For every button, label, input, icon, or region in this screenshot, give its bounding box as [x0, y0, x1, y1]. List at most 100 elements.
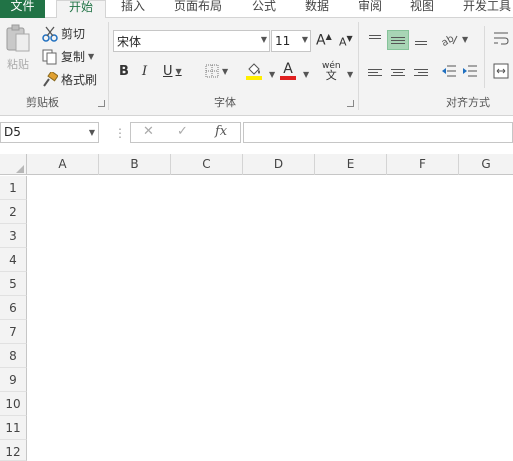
- chevron-down-icon[interactable]: ▼: [176, 67, 182, 76]
- bold-icon: B: [119, 64, 129, 79]
- cancel-icon[interactable]: ✕: [143, 124, 154, 139]
- chevron-down-icon[interactable]: ▼: [88, 52, 94, 61]
- row-header-4[interactable]: 4: [0, 248, 27, 272]
- underline-button[interactable]: U ▼: [163, 64, 182, 79]
- chevron-down-icon[interactable]: ▼: [222, 67, 228, 76]
- insert-function-icon[interactable]: fx: [215, 124, 227, 139]
- svg-text:ab: ab: [441, 33, 456, 46]
- row-header-11[interactable]: 11: [0, 416, 27, 440]
- bottom-align-button[interactable]: [410, 30, 432, 50]
- italic-icon: I: [142, 64, 148, 79]
- font-color-button[interactable]: A: [280, 62, 296, 80]
- column-header-e[interactable]: E: [315, 154, 387, 175]
- underline-icon: U: [163, 64, 173, 79]
- chevron-down-icon[interactable]: ▼: [303, 70, 309, 79]
- font-group-label: 字体: [214, 96, 236, 109]
- copy-button[interactable]: 复制 ▼: [42, 48, 94, 65]
- font-name-select[interactable]: 宋体 ▼: [113, 30, 270, 52]
- merge-center-button[interactable]: [493, 62, 509, 80]
- chevron-down-icon[interactable]: ▼: [269, 70, 275, 79]
- tab-review[interactable]: 审阅: [358, 0, 382, 18]
- name-box-value: D5: [4, 125, 21, 139]
- row-header-7[interactable]: 7: [0, 320, 27, 344]
- name-box[interactable]: D5 ▼: [0, 122, 99, 143]
- row-header-5[interactable]: 5: [0, 272, 27, 296]
- wrap-text-icon: [494, 32, 509, 45]
- chevron-down-icon[interactable]: ▼: [462, 35, 468, 44]
- clipboard-group-label: 剪贴板: [26, 96, 59, 109]
- select-all-button[interactable]: [0, 154, 27, 175]
- merge-cells-icon: [493, 63, 509, 79]
- font-color-icon: A: [283, 61, 293, 77]
- phonetic-guide-button[interactable]: wén 文: [322, 62, 341, 82]
- column-header-b[interactable]: B: [99, 154, 171, 175]
- tab-home[interactable]: 开始: [56, 0, 106, 19]
- paint-bucket-icon: [248, 63, 260, 75]
- tab-formulas[interactable]: 公式: [252, 0, 276, 18]
- increase-font-size-button[interactable]: A▲: [316, 32, 332, 49]
- align-center-button[interactable]: [387, 62, 409, 82]
- font-name-value: 宋体: [117, 34, 142, 49]
- paste-icon: [6, 24, 30, 52]
- increase-indent-button[interactable]: [462, 64, 478, 78]
- bold-button[interactable]: B: [119, 64, 129, 79]
- decrease-indent-button[interactable]: [441, 64, 457, 78]
- tab-data[interactable]: 数据: [305, 0, 329, 18]
- formula-bar-grip-icon[interactable]: ⋮: [114, 126, 126, 140]
- tab-page-layout[interactable]: 页面布局: [174, 0, 222, 18]
- copy-icon: [42, 49, 57, 64]
- row-header-1[interactable]: 1: [0, 176, 27, 200]
- row-header-3[interactable]: 3: [0, 224, 27, 248]
- increase-indent-icon: [463, 65, 477, 77]
- chevron-down-icon[interactable]: ▼: [89, 123, 95, 142]
- tab-view[interactable]: 视图: [410, 0, 434, 18]
- decrease-font-icon: A▼: [339, 34, 353, 49]
- wrap-text-button[interactable]: [493, 30, 509, 48]
- divider: [358, 22, 359, 110]
- font-size-select[interactable]: 11 ▼: [271, 30, 311, 52]
- row-header-6[interactable]: 6: [0, 296, 27, 320]
- paintbrush-icon: [43, 71, 58, 87]
- column-header-c[interactable]: C: [171, 154, 243, 175]
- column-header-f[interactable]: F: [387, 154, 459, 175]
- tab-insert[interactable]: 插入: [121, 0, 145, 18]
- italic-button[interactable]: I: [142, 64, 147, 79]
- orientation-button[interactable]: ab ▼: [441, 32, 468, 46]
- row-header-8[interactable]: 8: [0, 344, 27, 368]
- row-header-2[interactable]: 2: [0, 200, 27, 224]
- column-header-d[interactable]: D: [243, 154, 315, 175]
- copy-label: 复制: [61, 50, 86, 64]
- row-header-10[interactable]: 10: [0, 392, 27, 416]
- cut-label: 剪切: [61, 27, 86, 41]
- check-icon[interactable]: ✓: [177, 124, 188, 139]
- paste-button[interactable]: 粘贴: [4, 24, 32, 72]
- formula-bar: D5 ▼ ⋮ ✕ ✓ fx: [0, 116, 513, 154]
- decrease-indent-icon: [442, 65, 456, 77]
- formula-input[interactable]: [243, 122, 513, 143]
- decrease-font-size-button[interactable]: A▼: [339, 34, 353, 49]
- fill-color-button[interactable]: [246, 62, 262, 80]
- borders-button[interactable]: ▼: [205, 64, 228, 78]
- column-header-g[interactable]: G: [459, 154, 513, 175]
- font-launcher-icon[interactable]: [347, 100, 354, 107]
- divider: [484, 26, 485, 88]
- column-header-a[interactable]: A: [27, 154, 99, 175]
- borders-icon: [205, 64, 219, 78]
- select-all-icon: [16, 165, 24, 173]
- formula-controls: ✕ ✓ fx: [130, 122, 241, 143]
- top-align-button[interactable]: [364, 30, 386, 50]
- row-header-9[interactable]: 9: [0, 368, 27, 392]
- tab-developer[interactable]: 开发工具: [463, 0, 511, 18]
- align-right-button[interactable]: [410, 62, 432, 82]
- fill-color-swatch: [246, 76, 262, 80]
- cut-button[interactable]: 剪切: [42, 25, 85, 42]
- tab-file[interactable]: 文件: [0, 0, 45, 18]
- format-painter-button[interactable]: 格式刷: [42, 71, 97, 88]
- spreadsheet-grid[interactable]: A B C D E F G 1 2 3 4 5 6 7 8 9 10 11 12: [0, 154, 513, 461]
- chevron-down-icon[interactable]: ▼: [347, 70, 353, 79]
- middle-align-button[interactable]: [387, 30, 409, 50]
- align-left-button[interactable]: [364, 62, 386, 82]
- paste-label: 粘贴: [7, 58, 29, 71]
- row-header-12[interactable]: 12: [0, 440, 27, 461]
- clipboard-launcher-icon[interactable]: [98, 100, 105, 107]
